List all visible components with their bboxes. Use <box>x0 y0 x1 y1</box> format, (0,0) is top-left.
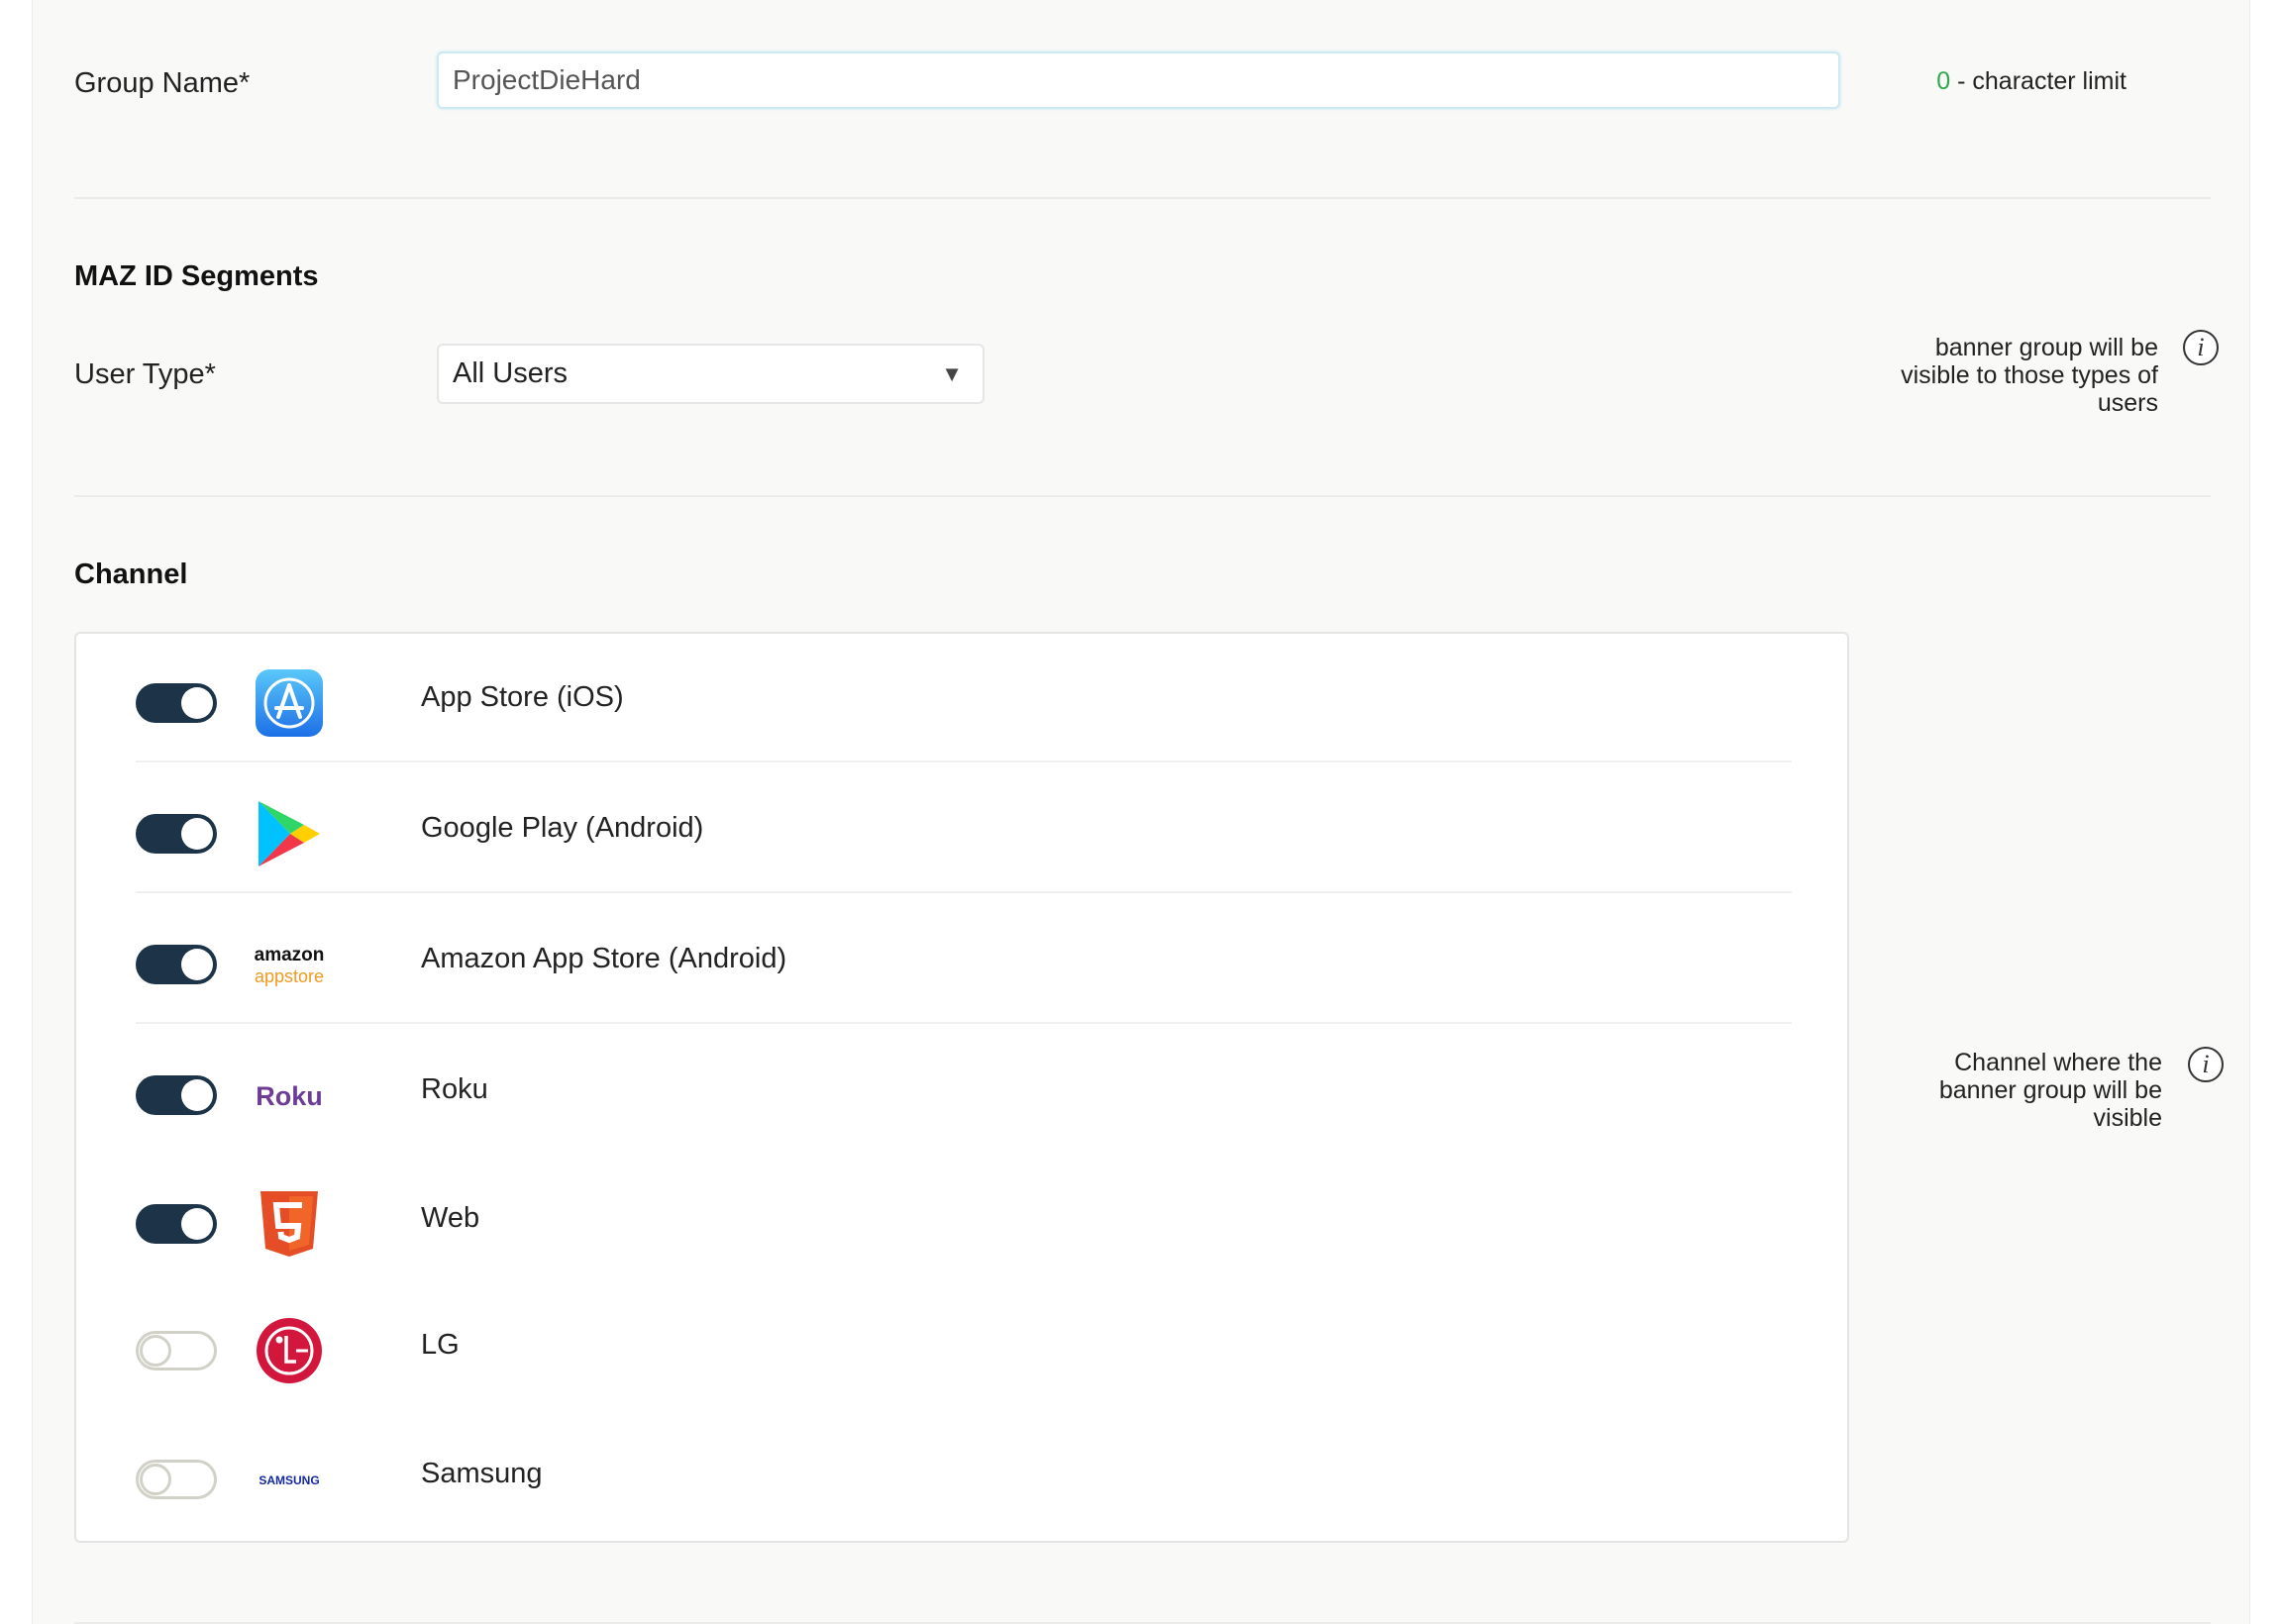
hint-line: users <box>2097 389 2158 417</box>
channel-row-amazon: amazon appstore Amazon App Store (Androi… <box>136 895 1792 1024</box>
channel-name: Google Play (Android) <box>421 812 704 844</box>
web-toggle[interactable] <box>136 1204 217 1244</box>
hint-line: visible <box>2093 1104 2162 1132</box>
samsung-toggle[interactable] <box>136 1460 217 1499</box>
dropdown-arrow-icon: ▼ <box>941 361 963 386</box>
row-divider <box>136 761 1792 762</box>
channel-row-samsung: SAMSUNG Samsung <box>136 1412 1792 1541</box>
logo-text: SAMSUNG <box>259 1473 319 1487</box>
hint-line: banner group will be <box>1934 334 2158 361</box>
row-divider <box>136 1022 1792 1024</box>
user-type-label: User Type* <box>74 358 216 390</box>
google-play-toggle[interactable] <box>136 814 217 854</box>
info-icon[interactable]: i <box>2183 330 2219 365</box>
channel-name: LG <box>421 1329 460 1361</box>
row-divider <box>136 891 1792 893</box>
info-icon[interactable]: i <box>2188 1047 2224 1082</box>
channel-name: Amazon App Store (Android) <box>421 943 787 974</box>
toggle-knob <box>181 687 213 719</box>
character-limit: 0 - character limit <box>1936 67 2126 96</box>
hint-line: Channel where the <box>1954 1049 2162 1076</box>
logo-text: appstore <box>255 966 324 986</box>
channel-name: App Store (iOS) <box>421 681 624 713</box>
divider <box>74 197 2211 199</box>
toggle-knob <box>140 1464 171 1495</box>
app-store-icon <box>256 669 323 737</box>
roku-icon: Roku <box>256 1081 323 1111</box>
channel-row-lg: LG <box>136 1283 1792 1412</box>
segments-heading: MAZ ID Segments <box>74 260 319 292</box>
channel-row-web: Web <box>136 1155 1792 1283</box>
channel-list: App Store (iOS) Google Play (Android) am… <box>74 632 1849 1543</box>
google-play-icon <box>259 801 320 866</box>
user-type-select[interactable]: All Users ▼ <box>437 344 985 404</box>
html5-icon <box>260 1191 318 1257</box>
amazon-appstore-icon: amazon appstore <box>255 945 324 986</box>
lg-icon <box>257 1318 322 1383</box>
hint-line: banner group will be <box>1938 1076 2162 1104</box>
channel-row-app-store: App Store (iOS) <box>136 634 1792 762</box>
hint-line: visible to those types of <box>1901 361 2158 389</box>
user-type-selected-value: All Users <box>453 357 569 389</box>
channel-hint: Channel where the banner group will be v… <box>1939 1049 2162 1132</box>
toggle-knob <box>181 1208 213 1240</box>
toggle-knob <box>181 1079 213 1111</box>
channel-heading: Channel <box>74 558 188 590</box>
channel-name: Web <box>421 1202 480 1234</box>
form-panel: Group Name* 0 - character limit MAZ ID S… <box>32 0 2250 1624</box>
user-type-hint: banner group will be visible to those ty… <box>1901 334 2158 417</box>
group-name-label: Group Name* <box>74 67 251 99</box>
logo-text: amazon <box>255 945 324 965</box>
group-name-input[interactable] <box>437 51 1840 109</box>
roku-toggle[interactable] <box>136 1075 217 1115</box>
logo-text: Roku <box>256 1081 323 1111</box>
amazon-toggle[interactable] <box>136 945 217 984</box>
channel-name: Roku <box>421 1073 488 1105</box>
channel-row-roku: Roku Roku <box>136 1026 1792 1155</box>
toggle-knob <box>140 1335 171 1367</box>
channel-row-google-play: Google Play (Android) <box>136 764 1792 893</box>
divider <box>74 495 2211 497</box>
character-limit-text: - character limit <box>1950 67 2126 95</box>
lg-toggle[interactable] <box>136 1331 217 1370</box>
character-count: 0 <box>1936 67 1951 95</box>
channel-name: Samsung <box>421 1458 543 1489</box>
toggle-knob <box>181 818 213 850</box>
toggle-knob <box>181 949 213 980</box>
app-store-toggle[interactable] <box>136 683 217 723</box>
samsung-icon: SAMSUNG <box>259 1473 319 1487</box>
